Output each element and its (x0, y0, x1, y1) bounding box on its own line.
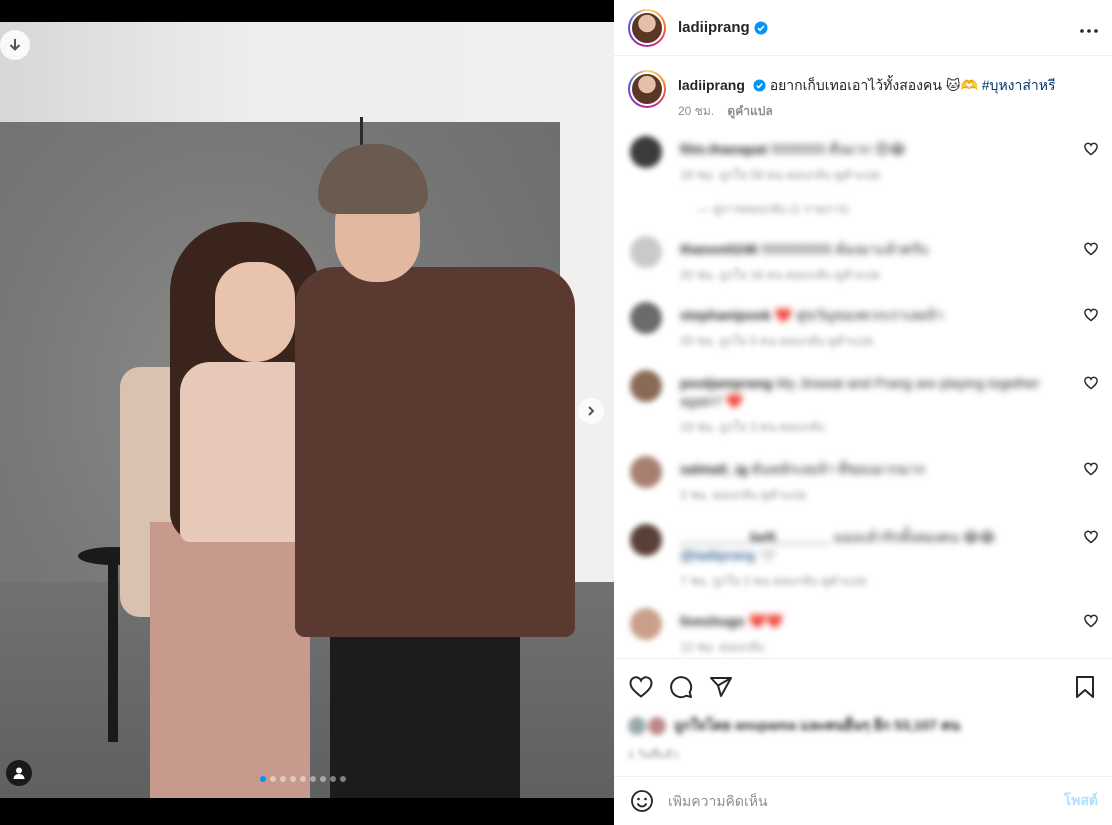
comment-meta[interactable]: 7 ชม. ถูกใจ 2 คน ตอบกลับ ดูคำแปล (680, 572, 867, 591)
more-horizontal-icon (1080, 29, 1098, 33)
comment-avatar[interactable] (630, 608, 662, 640)
comment-text: มองแล้วรักทั้งสองคน 😂😂 (834, 529, 996, 545)
comment-username[interactable]: pooljamprang (680, 375, 773, 391)
comment-icon (670, 676, 693, 699)
carousel-dot (260, 776, 266, 782)
comment-meta[interactable]: 19 ชม. ถูกใจ 58 คน ตอบกลับ ดูคำแปล (680, 166, 880, 185)
post-side-panel: ladiiprang ladiiprang อยากเก็บเทอเอาไว้ท… (614, 0, 1112, 825)
comment-username[interactable]: film.thanapat (680, 141, 767, 157)
comment-username[interactable]: salmali_ig (680, 461, 748, 477)
comment-username[interactable]: stephanipook (680, 307, 771, 323)
comment-meta[interactable]: 3 ชม. ตอบกลับ ดูคำแปล (680, 486, 806, 505)
comment-username[interactable]: _________beft_______ (680, 529, 830, 545)
share-button[interactable] (708, 674, 734, 700)
comment-like-heart-icon[interactable] (1084, 462, 1098, 476)
more-options-button[interactable] (1080, 17, 1098, 38)
comment-avatar[interactable] (630, 302, 662, 334)
send-icon (710, 677, 732, 697)
comment-like-heart-icon[interactable] (1084, 308, 1098, 322)
comment-like-heart-icon[interactable] (1084, 530, 1098, 544)
comment-username[interactable]: liveshugs (680, 613, 745, 629)
caption-avatar[interactable] (628, 70, 666, 108)
post-date: 1 วันที่แล้ว (628, 749, 679, 761)
comment-text: ❤️ คู่ขวัญของพวกเราเลยจ้า (774, 307, 944, 323)
post-media (0, 0, 614, 825)
comment-meta[interactable]: 12 ชม. ตอบกลับ (680, 638, 764, 657)
add-comment-bar: โพสต์ (614, 776, 1112, 825)
comment-text: 555555555 ต้องมาแล้วครับ (761, 241, 929, 257)
comment-like-heart-icon[interactable] (1084, 142, 1098, 156)
comment-text: 5555555 ตึงมาก 😍😂 (771, 141, 906, 157)
like-button[interactable] (628, 674, 654, 700)
woman-figure (215, 262, 295, 362)
comment-like-heart-icon[interactable] (1084, 376, 1098, 390)
comment-avatar[interactable] (630, 136, 662, 168)
carousel-dot (310, 776, 316, 782)
comments-section[interactable]: ladiiprang อยากเก็บเทอเอาไว้ทั้งสองคน 🐱🫶… (614, 56, 1112, 658)
caption-hashtag[interactable]: #บุหงาส่าหรี (982, 77, 1056, 93)
comment-button[interactable] (668, 674, 694, 700)
post-comment-button[interactable]: โพสต์ (1064, 790, 1098, 812)
carousel-next-button[interactable] (578, 398, 604, 424)
save-button[interactable] (1072, 674, 1098, 700)
comment-like-heart-icon[interactable] (1084, 242, 1098, 256)
author-username[interactable]: ladiiprang (678, 19, 750, 36)
comment-avatar[interactable] (630, 456, 662, 488)
download-button[interactable] (0, 30, 30, 60)
arrow-down-icon (9, 39, 21, 51)
likes-text: ถูกใจโดย anupama และคนอื่นๆ อีก 53,107 ค… (674, 717, 960, 733)
author-avatar[interactable] (628, 8, 666, 47)
tagged-users-button[interactable] (6, 760, 32, 786)
view-replies-link[interactable]: — ดูการตอบกลับ (1 รายการ) (698, 200, 848, 219)
caption-time: 20 ชม. (678, 104, 715, 118)
comment-text: ต้นหลักเลยจ้า ที่ชอบมากมาก (751, 461, 926, 477)
carousel-dot (290, 776, 296, 782)
user-icon (13, 767, 25, 779)
emoji-icon[interactable] (630, 789, 654, 813)
carousel-dot (270, 776, 276, 782)
caption-text: อยากเก็บเทอเอาไว้ทั้งสองคน 🐱🫶 (769, 77, 978, 93)
bookmark-icon (1076, 676, 1094, 698)
comment-meta[interactable]: 20 ชม. ถูกใจ 5 คน ตอบกลับ ดูคำแปล (680, 332, 873, 351)
caption-username[interactable]: ladiiprang (678, 77, 745, 93)
verified-badge-icon (753, 79, 766, 92)
comment-mention[interactable]: @ladiiprang 🤍 (680, 546, 1060, 564)
heart-icon (629, 676, 653, 698)
verified-badge-icon (754, 21, 768, 34)
post-caption: ladiiprang อยากเก็บเทอเอาไว้ทั้งสองคน 🐱🫶… (614, 56, 1112, 120)
comment-avatar[interactable] (630, 370, 662, 402)
instagram-post-modal: ladiiprang ladiiprang อยากเก็บเทอเอาไว้ท… (0, 0, 1112, 825)
comment-input[interactable] (668, 793, 1064, 809)
post-actions: ถูกใจโดย anupama และคนอื่นๆ อีก 53,107 ค… (614, 658, 1112, 763)
carousel-indicator (260, 776, 346, 782)
chevron-right-icon (588, 406, 595, 416)
carousel-dot (340, 776, 346, 782)
likes-summary[interactable]: ถูกใจโดย anupama และคนอื่นๆ อีก 53,107 ค… (628, 715, 1098, 737)
comment-avatar[interactable] (630, 236, 662, 268)
see-translation-link[interactable]: ดูคำแปล (727, 104, 772, 118)
post-header: ladiiprang (614, 0, 1112, 56)
carousel-dot (280, 776, 286, 782)
comment-meta[interactable]: 20 ชม. ถูกใจ 16 คน ตอบกลับ ดูคำแปล (680, 266, 880, 285)
carousel-dot (300, 776, 306, 782)
carousel-dot (320, 776, 326, 782)
comment-username[interactable]: thanon0246 (680, 241, 758, 257)
comment-avatar[interactable] (630, 524, 662, 556)
comment-text: ❤️❤️ (748, 613, 784, 629)
comment-meta[interactable]: 19 ชม. ถูกใจ 3 คน ตอบกลับ (680, 418, 825, 437)
carousel-dot (330, 776, 336, 782)
comment-like-heart-icon[interactable] (1084, 614, 1098, 628)
post-photo (0, 22, 614, 798)
